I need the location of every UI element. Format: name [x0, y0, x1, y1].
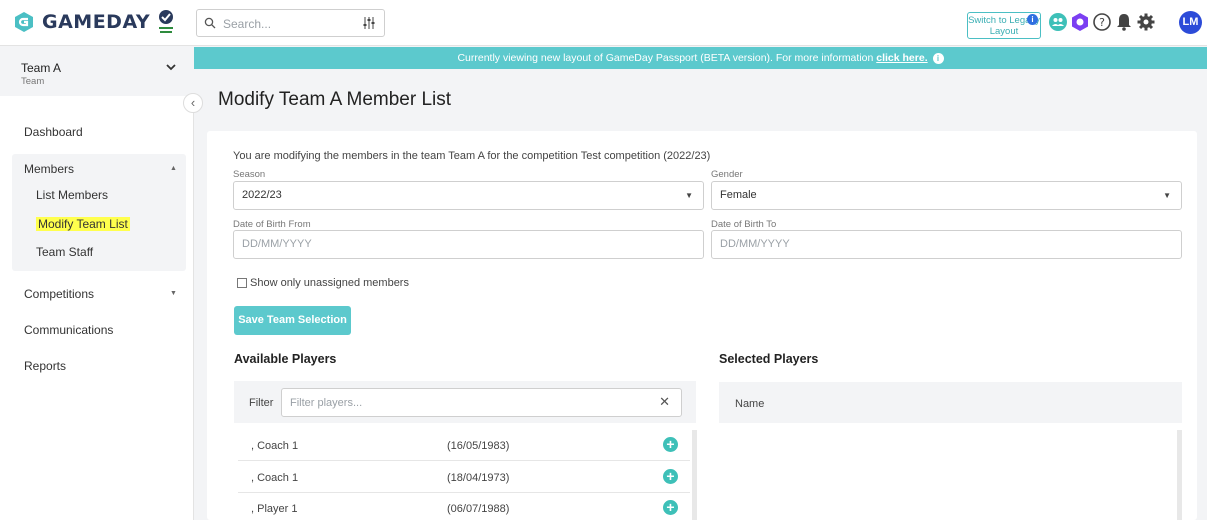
season-select[interactable]: 2022/23 ▼: [233, 181, 704, 210]
filter-sliders-icon[interactable]: [362, 16, 376, 30]
hockey-ireland-logo: [159, 10, 173, 33]
name-column-header: Name: [735, 398, 765, 410]
sidebar: Team A Team Dashboard Members ▲ List Mem…: [0, 47, 194, 520]
unassigned-checkbox[interactable]: Show only unassigned members: [237, 277, 409, 289]
gameday-logo[interactable]: GAMEDAY: [12, 10, 150, 34]
gameday-logo-icon: [15, 12, 33, 32]
player-dob: (18/04/1973): [447, 472, 510, 484]
caret-down-icon[interactable]: ▼: [170, 290, 177, 297]
dropdown-arrow-icon: ▼: [685, 191, 693, 200]
gender-label: Gender: [711, 169, 743, 180]
beta-banner: Currently viewing new layout of GameDay …: [194, 47, 1207, 69]
add-player-icon[interactable]: +: [663, 500, 678, 515]
dob-to-label: Date of Birth To: [711, 219, 777, 230]
sidebar-item-reports[interactable]: Reports: [24, 359, 66, 373]
team-type: Team: [21, 76, 45, 87]
team-name: Team A: [21, 61, 62, 75]
available-players-scrollbar[interactable]: [692, 430, 697, 520]
sidebar-item-dashboard[interactable]: Dashboard: [24, 125, 83, 139]
caret-up-icon[interactable]: ▲: [170, 165, 177, 172]
sidebar-item-members[interactable]: Members: [24, 162, 74, 176]
selected-players-header: [719, 382, 1182, 423]
avatar[interactable]: LM: [1179, 11, 1202, 34]
gender-value: Female: [720, 189, 757, 201]
selected-players-scrollbar[interactable]: [1177, 430, 1182, 520]
available-players-title: Available Players: [234, 352, 337, 366]
team-selector[interactable]: Team A Team: [0, 47, 194, 96]
info-icon: i: [1027, 14, 1038, 25]
help-icon[interactable]: ?: [1092, 12, 1112, 32]
player-name: , Coach 1: [251, 440, 299, 452]
player-row: , Coach 1 (18/04/1973) +: [238, 462, 690, 493]
selected-players-title: Selected Players: [719, 352, 819, 366]
player-dob: (16/05/1983): [447, 440, 510, 452]
filter-players-input[interactable]: Filter players... ✕: [281, 388, 682, 417]
description-text: You are modifying the members in the tea…: [233, 150, 711, 162]
sidebar-item-modify-team-list[interactable]: Modify Team List: [36, 217, 130, 231]
top-bar: GAMEDAY Search... Switch to Legacy Layou…: [0, 0, 1207, 46]
collapse-sidebar-button[interactable]: ‹: [183, 93, 203, 113]
clear-icon[interactable]: ✕: [659, 394, 670, 410]
dob-to-input[interactable]: DD/MM/YYYY: [711, 230, 1182, 259]
search-input[interactable]: Search...: [223, 17, 271, 31]
player-name: , Coach 1: [251, 472, 299, 484]
banner-link[interactable]: click here.: [876, 52, 927, 64]
bell-icon[interactable]: [1114, 12, 1134, 32]
add-player-icon[interactable]: +: [663, 469, 678, 484]
checkbox-label: Show only unassigned members: [250, 277, 409, 289]
filter-label: Filter: [249, 397, 274, 409]
search-icon: [204, 17, 216, 29]
player-row: , Coach 1 (16/05/1983) +: [238, 430, 690, 461]
player-row: , Player 1 (06/07/1988) +: [238, 493, 690, 520]
sidebar-item-communications[interactable]: Communications: [24, 323, 113, 337]
sidebar-item-competitions[interactable]: Competitions: [24, 287, 94, 301]
gender-select[interactable]: Female ▼: [711, 181, 1182, 210]
badge-icon[interactable]: [1070, 12, 1090, 32]
season-value: 2022/23: [242, 189, 282, 201]
season-label: Season: [233, 169, 266, 180]
checkbox-box[interactable]: [237, 278, 247, 288]
player-name: , Player 1: [251, 503, 298, 515]
brand-name: GAMEDAY: [42, 11, 151, 33]
chevron-down-icon: [166, 64, 176, 71]
dob-from-input[interactable]: DD/MM/YYYY: [233, 230, 704, 259]
svg-text:?: ?: [1099, 16, 1105, 29]
sidebar-item-label: Modify Team List: [36, 217, 130, 231]
users-icon[interactable]: [1048, 12, 1068, 32]
gear-icon[interactable]: [1136, 12, 1156, 32]
switch-legacy-layout-button[interactable]: Switch to Legacy Layout i: [967, 12, 1041, 39]
banner-text: Currently viewing new layout of GameDay …: [457, 52, 877, 64]
search-box[interactable]: Search...: [196, 9, 385, 37]
dob-from-label: Date of Birth From: [233, 219, 311, 230]
dropdown-arrow-icon: ▼: [1163, 191, 1171, 200]
info-icon: i: [932, 52, 944, 64]
page-title: Modify Team A Member List: [218, 89, 452, 110]
save-team-selection-button[interactable]: Save Team Selection: [234, 306, 351, 335]
filter-placeholder: Filter players...: [290, 397, 363, 409]
player-dob: (06/07/1988): [447, 503, 510, 515]
add-player-icon[interactable]: +: [663, 437, 678, 452]
sidebar-item-list-members[interactable]: List Members: [36, 188, 108, 202]
sidebar-item-team-staff[interactable]: Team Staff: [36, 245, 93, 259]
